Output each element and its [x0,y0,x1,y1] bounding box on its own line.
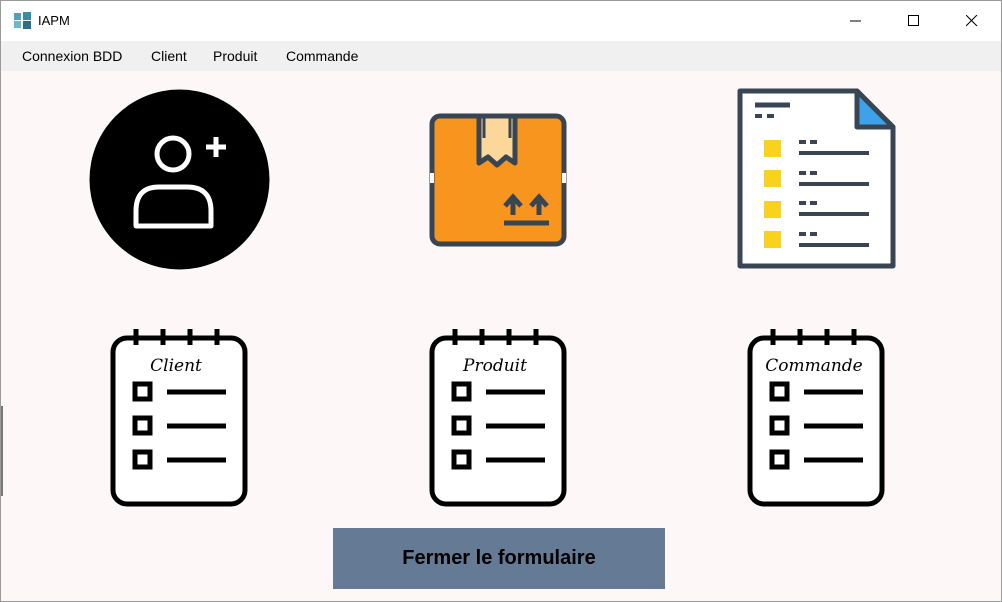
menu-commande[interactable]: Commande [282,41,362,71]
add-client-tile[interactable] [89,89,270,270]
notebook-list-icon: Commande [747,329,885,507]
window-edge-marker [1,406,3,496]
maximize-button[interactable] [885,1,943,41]
notebook-label-client: Client [150,356,202,376]
title-bar: IAPM [1,1,1001,41]
menu-produit[interactable]: Produit [209,41,261,71]
notebook-label-commande: Commande [765,356,863,376]
menu-connexion-bdd[interactable]: Connexion BDD [18,41,126,71]
app-windows-icon [14,12,31,29]
package-box-icon [429,113,567,247]
order-notebook-tile[interactable]: Commande [747,327,885,507]
minimize-button[interactable] [827,1,885,41]
menu-client[interactable]: Client [147,41,191,71]
product-notebook-tile[interactable]: Produit [429,327,567,507]
notebook-list-icon: Produit [429,329,567,507]
close-form-button[interactable]: Fermer le formulaire [333,528,665,589]
app-window: IAPM Connexion BDD Client Produit Comman… [0,0,1002,602]
window-title: IAPM [38,13,70,28]
maximize-icon [908,15,919,26]
notebook-list-icon: Client [110,329,248,507]
add-user-icon [89,89,270,270]
close-window-button[interactable] [943,1,1001,41]
product-tile[interactable] [429,113,567,247]
order-tile[interactable] [737,88,897,270]
client-notebook-tile[interactable]: Client [110,327,248,507]
order-list-document-icon [737,88,896,269]
minimize-icon [850,20,861,22]
notebook-label-produit: Produit [462,356,527,376]
close-icon [966,15,978,27]
menu-bar: Connexion BDD Client Produit Commande [1,41,1001,71]
